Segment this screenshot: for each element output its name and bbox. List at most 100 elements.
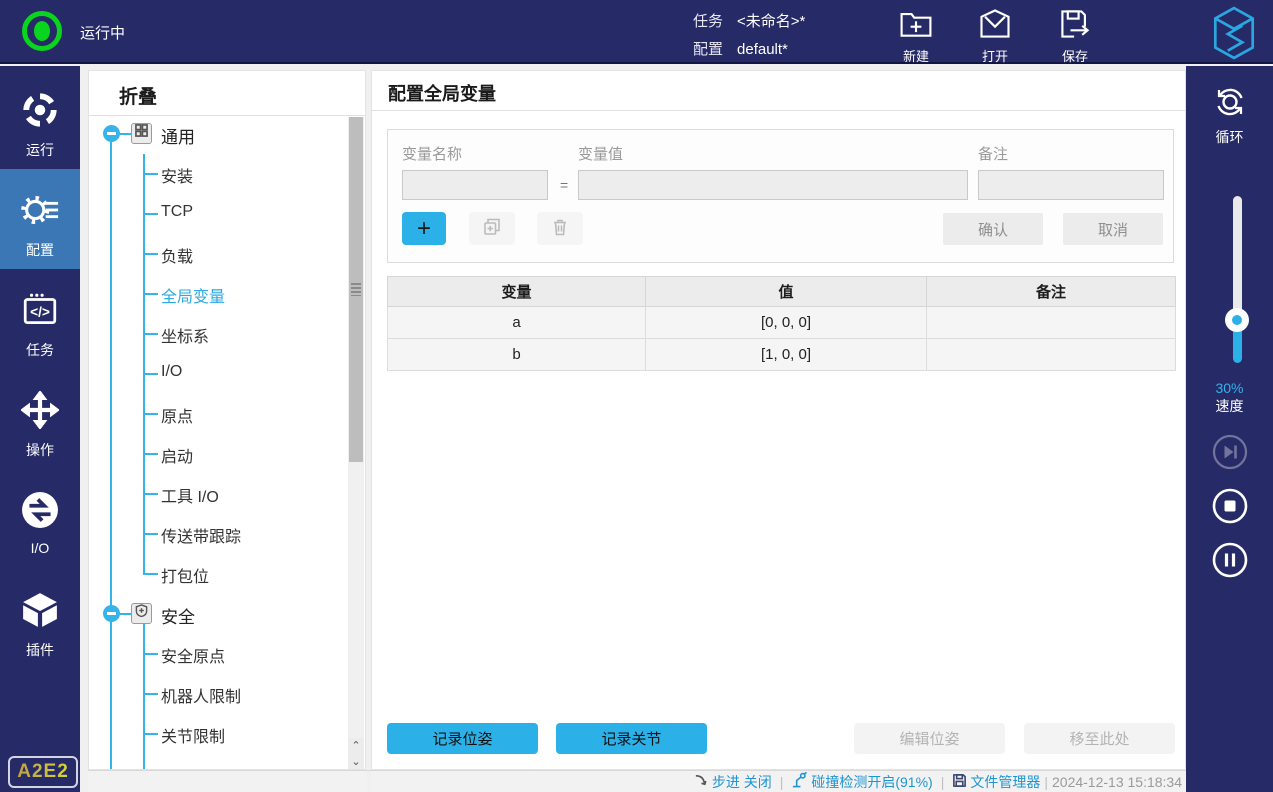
cell-variable[interactable]: a bbox=[388, 307, 646, 339]
cell-remark[interactable] bbox=[927, 339, 1176, 371]
delete-variable-button[interactable] bbox=[537, 212, 583, 245]
tree-item-global-variables[interactable]: 全局变量 bbox=[161, 283, 351, 305]
speed-slider-thumb[interactable] bbox=[1225, 308, 1249, 332]
tree-item-joint-limit[interactable]: 关节限制 bbox=[161, 723, 351, 745]
collapse-node-icon[interactable] bbox=[103, 125, 120, 142]
divider bbox=[366, 771, 371, 792]
sidebar-item-io-label: I/O bbox=[0, 540, 80, 556]
step-forward-icon bbox=[1212, 457, 1248, 474]
loop-toggle[interactable]: 循环 bbox=[1186, 84, 1273, 147]
move-here-button[interactable]: 移至此处 bbox=[1024, 723, 1175, 754]
sidebar-item-task[interactable]: </> 任务 bbox=[0, 269, 80, 369]
new-file-icon bbox=[898, 27, 934, 44]
loop-icon bbox=[1212, 107, 1248, 124]
tree-group-safety: 安全 bbox=[89, 602, 329, 626]
variable-name-input[interactable] bbox=[402, 170, 548, 200]
copy-variable-button[interactable] bbox=[469, 212, 515, 245]
edit-pose-button[interactable]: 编辑位姿 bbox=[854, 723, 1005, 754]
variable-value-input[interactable] bbox=[578, 170, 968, 200]
tree-item-conveyor[interactable]: 传送带跟踪 bbox=[161, 523, 351, 545]
tree-item-tool-io[interactable]: 工具 I/O bbox=[161, 483, 351, 505]
sidebar-item-operate-label: 操作 bbox=[0, 440, 80, 460]
sidebar-item-plugin[interactable]: 插件 bbox=[0, 569, 80, 669]
task-label: 任务 bbox=[693, 13, 723, 30]
sidebar-item-operate[interactable]: 操作 bbox=[0, 369, 80, 469]
pause-icon bbox=[1212, 565, 1248, 582]
tree-branch-line bbox=[110, 142, 112, 770]
collapse-node-icon[interactable] bbox=[103, 605, 120, 622]
tree-item-install[interactable]: 安装 bbox=[161, 163, 351, 185]
cancel-button[interactable]: 取消 bbox=[1063, 213, 1163, 245]
cube-icon bbox=[21, 616, 59, 633]
cell-remark[interactable] bbox=[927, 307, 1176, 339]
name-label: 变量名称 bbox=[402, 143, 462, 164]
save-button[interactable]: 保存 bbox=[1043, 8, 1107, 65]
tree-scrollbar[interactable]: ⌃ ⌄ bbox=[348, 117, 364, 770]
step-mode-status[interactable]: 步进 关闭 bbox=[712, 772, 772, 792]
table-header-row: 变量 值 备注 bbox=[388, 277, 1176, 307]
tree-group-general: 通用 bbox=[89, 122, 329, 146]
tree-scrollbar-thumb[interactable] bbox=[349, 117, 363, 462]
new-button-label: 新建 bbox=[884, 46, 948, 65]
variable-remark-input[interactable] bbox=[978, 170, 1164, 200]
sidebar-item-config-label: 配置 bbox=[0, 240, 80, 260]
confirm-button[interactable]: 确认 bbox=[943, 213, 1043, 245]
safety-group-icon bbox=[131, 603, 152, 624]
copy-icon bbox=[482, 225, 502, 240]
sidebar-item-run[interactable]: 运行 bbox=[0, 69, 80, 169]
tree-item-payload[interactable]: 负载 bbox=[161, 243, 351, 265]
new-button[interactable]: 新建 bbox=[884, 8, 948, 65]
tree-branch-line bbox=[143, 154, 145, 574]
collapse-all-label[interactable]: 折叠 bbox=[119, 82, 157, 109]
tree-item-io[interactable]: I/O bbox=[161, 363, 351, 385]
config-tree-panel: 折叠 通用 bbox=[88, 70, 366, 770]
step-forward-button[interactable] bbox=[1212, 434, 1248, 470]
tree-item-safe-home[interactable]: 安全原点 bbox=[161, 643, 351, 665]
sidebar-item-config[interactable]: 配置 bbox=[0, 169, 80, 269]
speed-slider[interactable] bbox=[1233, 196, 1242, 363]
stop-button[interactable] bbox=[1212, 488, 1248, 524]
io-exchange-icon bbox=[21, 516, 59, 533]
cell-variable[interactable]: b bbox=[388, 339, 646, 371]
tree-group-safety-label[interactable]: 安全 bbox=[161, 603, 195, 628]
robot-model-badge: A2E2 bbox=[8, 756, 78, 788]
scroll-down-icon[interactable]: ⌄ bbox=[348, 754, 364, 770]
tree-item-pack-pos[interactable]: 打包位 bbox=[161, 563, 351, 585]
system-timestamp: 2024-12-13 15:18:34 bbox=[1052, 774, 1182, 790]
status-bar: 步进 关闭 | 碰撞检测开启(91%) | 文件管理器 | 2024-12-13… bbox=[88, 770, 1186, 792]
open-button[interactable]: 打开 bbox=[963, 8, 1027, 65]
speed-label: 速度 bbox=[1186, 396, 1273, 416]
tree-item-robot-limit[interactable]: 机器人限制 bbox=[161, 683, 351, 705]
page-title: 配置全局变量 bbox=[388, 80, 496, 106]
cell-value[interactable]: [1, 0, 0] bbox=[646, 339, 927, 371]
collision-status[interactable]: 碰撞检测开启(91%) bbox=[811, 772, 932, 792]
sidebar-item-task-label: 任务 bbox=[0, 340, 80, 360]
file-manager-icon bbox=[952, 773, 970, 791]
file-manager-link[interactable]: 文件管理器 bbox=[970, 772, 1040, 792]
tree-item-home[interactable]: 原点 bbox=[161, 403, 351, 425]
tree-branch-line bbox=[143, 624, 145, 770]
scroll-up-icon[interactable]: ⌃ bbox=[348, 738, 364, 754]
save-icon bbox=[1057, 27, 1093, 44]
speed-percent: 30% bbox=[1186, 380, 1273, 396]
tree-item-tcp[interactable]: TCP bbox=[161, 203, 351, 225]
cell-value[interactable]: [0, 0, 0] bbox=[646, 307, 927, 339]
table-row[interactable]: b [1, 0, 0] bbox=[388, 339, 1176, 371]
sidebar-item-io[interactable]: I/O bbox=[0, 469, 80, 569]
pause-button[interactable] bbox=[1212, 542, 1248, 578]
record-pose-button[interactable]: 记录位姿 bbox=[387, 723, 538, 754]
tree-item-coordinates[interactable]: 坐标系 bbox=[161, 323, 351, 345]
remark-label: 备注 bbox=[978, 143, 1008, 164]
equals-sign: = bbox=[560, 177, 568, 193]
gear-icon bbox=[20, 216, 60, 233]
config-name: default* bbox=[737, 41, 788, 58]
separator: | bbox=[1044, 774, 1048, 790]
tree-item-startup[interactable]: 启动 bbox=[161, 443, 351, 465]
record-joint-button[interactable]: 记录关节 bbox=[556, 723, 707, 754]
tree-group-general-label[interactable]: 通用 bbox=[161, 123, 195, 148]
separator: | bbox=[941, 774, 945, 790]
add-variable-button[interactable]: + bbox=[402, 212, 446, 245]
run-icon bbox=[21, 116, 59, 133]
table-row[interactable]: a [0, 0, 0] bbox=[388, 307, 1176, 339]
variables-table: 变量 值 备注 a [0, 0, 0] b [1, 0, 0] bbox=[387, 276, 1176, 371]
